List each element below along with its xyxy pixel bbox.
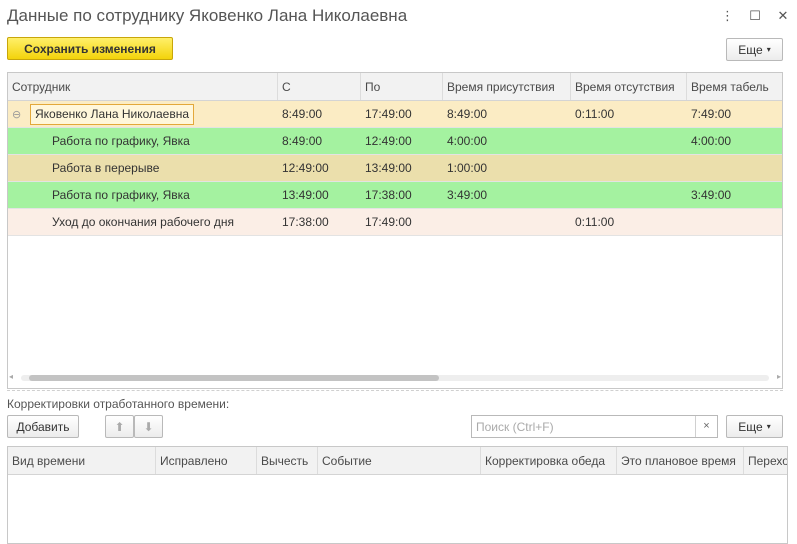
more-button-label: Еще: [738, 42, 763, 57]
close-icon[interactable]: ✕: [777, 8, 789, 24]
employee-cell[interactable]: ⊖ Яковенко Лана Николаевна: [8, 101, 278, 127]
cell-to: 17:49:00: [365, 215, 412, 229]
corrections-table-header: Вид времени Исправлено Вычесть Событие К…: [8, 447, 787, 475]
cell-absence: 0:11:00: [575, 215, 615, 229]
add-button[interactable]: Добавить: [7, 415, 79, 438]
employee-time-table[interactable]: Сотрудник С По Время присутствия Время о…: [7, 72, 783, 389]
column-header-absence[interactable]: Время отсутствия: [571, 73, 687, 100]
cell-presence: [443, 209, 571, 235]
more-button[interactable]: Еще ▾: [726, 38, 783, 61]
search-field[interactable]: ×: [471, 415, 718, 438]
cell-absence: [571, 155, 687, 181]
corrections-more-button[interactable]: Еще ▾: [726, 415, 783, 438]
column-header-timesheet[interactable]: Время табель: [687, 73, 782, 100]
cell-presence: 1:00:00: [447, 161, 488, 175]
cell-timesheet: 7:49:00: [691, 107, 732, 121]
column-header-to[interactable]: По: [361, 73, 443, 100]
table-row[interactable]: Работа в перерыве 12:49:00 13:49:00 1:00…: [8, 155, 782, 182]
table-row[interactable]: Работа по графику, Явка 8:49:00 12:49:00…: [8, 128, 782, 155]
cell-from: 12:49:00: [282, 161, 329, 175]
arrow-up-icon: ⬆: [114, 419, 125, 434]
cell-from: 8:49:00: [282, 107, 323, 121]
search-input[interactable]: [472, 416, 692, 437]
horizontal-scrollbar[interactable]: ◂ ▸: [7, 372, 783, 384]
table-row[interactable]: ⊖ Яковенко Лана Николаевна 8:49:00 17:49:…: [8, 101, 782, 128]
cell-kind: Работа по графику, Явка: [52, 188, 190, 202]
maximize-icon[interactable]: ☐: [749, 8, 761, 24]
scroll-right-icon[interactable]: ▸: [777, 372, 781, 381]
column-header-employee[interactable]: Сотрудник: [8, 73, 278, 100]
window-title: Данные по сотруднику Яковенко Лана Никол…: [7, 6, 408, 25]
more-button-label: Еще: [738, 419, 763, 434]
cell-timesheet: [687, 155, 782, 181]
scroll-left-icon[interactable]: ◂: [9, 372, 13, 381]
cell-presence: 8:49:00: [447, 107, 488, 121]
scroll-thumb[interactable]: [29, 375, 439, 381]
table-row[interactable]: Уход до окончания рабочего дня 17:38:00 …: [8, 209, 782, 236]
cell-timesheet: [687, 209, 782, 235]
cell-from: 13:49:00: [282, 188, 329, 202]
cell-timesheet: 3:49:00: [691, 188, 732, 202]
cell-to: 13:49:00: [365, 161, 412, 175]
window-controls: ⋮ ☐ ✕: [721, 8, 789, 24]
column-header-from[interactable]: С: [278, 73, 361, 100]
save-changes-button[interactable]: Сохранить изменения: [7, 37, 173, 60]
section-divider: [7, 390, 783, 391]
corrections-table[interactable]: Вид времени Исправлено Вычесть Событие К…: [7, 446, 788, 544]
move-up-button[interactable]: ⬆: [105, 415, 134, 438]
cell-absence: 0:11:00: [575, 107, 615, 121]
cell-absence: [571, 128, 687, 154]
column-header-transition[interactable]: Перехо: [744, 447, 787, 474]
table-row[interactable]: Работа по графику, Явка 13:49:00 17:38:0…: [8, 182, 782, 209]
table-header: Сотрудник С По Время присутствия Время о…: [8, 73, 782, 101]
chevron-down-icon: ▾: [766, 422, 771, 431]
column-header-planned-time[interactable]: Это плановое время: [617, 447, 744, 474]
column-header-subtract[interactable]: Вычесть: [257, 447, 318, 474]
cell-to: 17:49:00: [365, 107, 412, 121]
cell-kind: Работа по графику, Явка: [52, 134, 190, 148]
chevron-down-icon: ▾: [766, 45, 771, 54]
cell-absence: [571, 182, 687, 208]
cell-from: 17:38:00: [282, 215, 329, 229]
cell-timesheet: 4:00:00: [691, 134, 732, 148]
column-header-presence[interactable]: Время присутствия: [443, 73, 571, 100]
cell-kind: Уход до окончания рабочего дня: [52, 215, 234, 229]
column-header-time-kind[interactable]: Вид времени: [8, 447, 156, 474]
employee-name[interactable]: Яковенко Лана Николаевна: [30, 104, 195, 125]
column-header-event[interactable]: Событие: [318, 447, 481, 474]
cell-presence: 4:00:00: [447, 134, 488, 148]
column-header-corrected[interactable]: Исправлено: [156, 447, 257, 474]
cell-kind: Работа в перерыве: [52, 161, 160, 175]
more-vertical-icon[interactable]: ⋮: [721, 8, 734, 24]
cell-to: 17:38:00: [365, 188, 412, 202]
cell-presence: 3:49:00: [447, 188, 488, 202]
column-header-lunch-correction[interactable]: Корректировка обеда: [481, 447, 617, 474]
cell-to: 12:49:00: [365, 134, 412, 148]
clear-icon[interactable]: ×: [695, 416, 717, 437]
cell-from: 8:49:00: [282, 134, 323, 148]
arrow-down-icon: ⬇: [143, 419, 154, 434]
move-down-button[interactable]: ⬇: [134, 415, 163, 438]
corrections-section-label: Корректировки отработанного времени:: [7, 397, 230, 411]
collapse-icon[interactable]: ⊖: [12, 102, 30, 127]
